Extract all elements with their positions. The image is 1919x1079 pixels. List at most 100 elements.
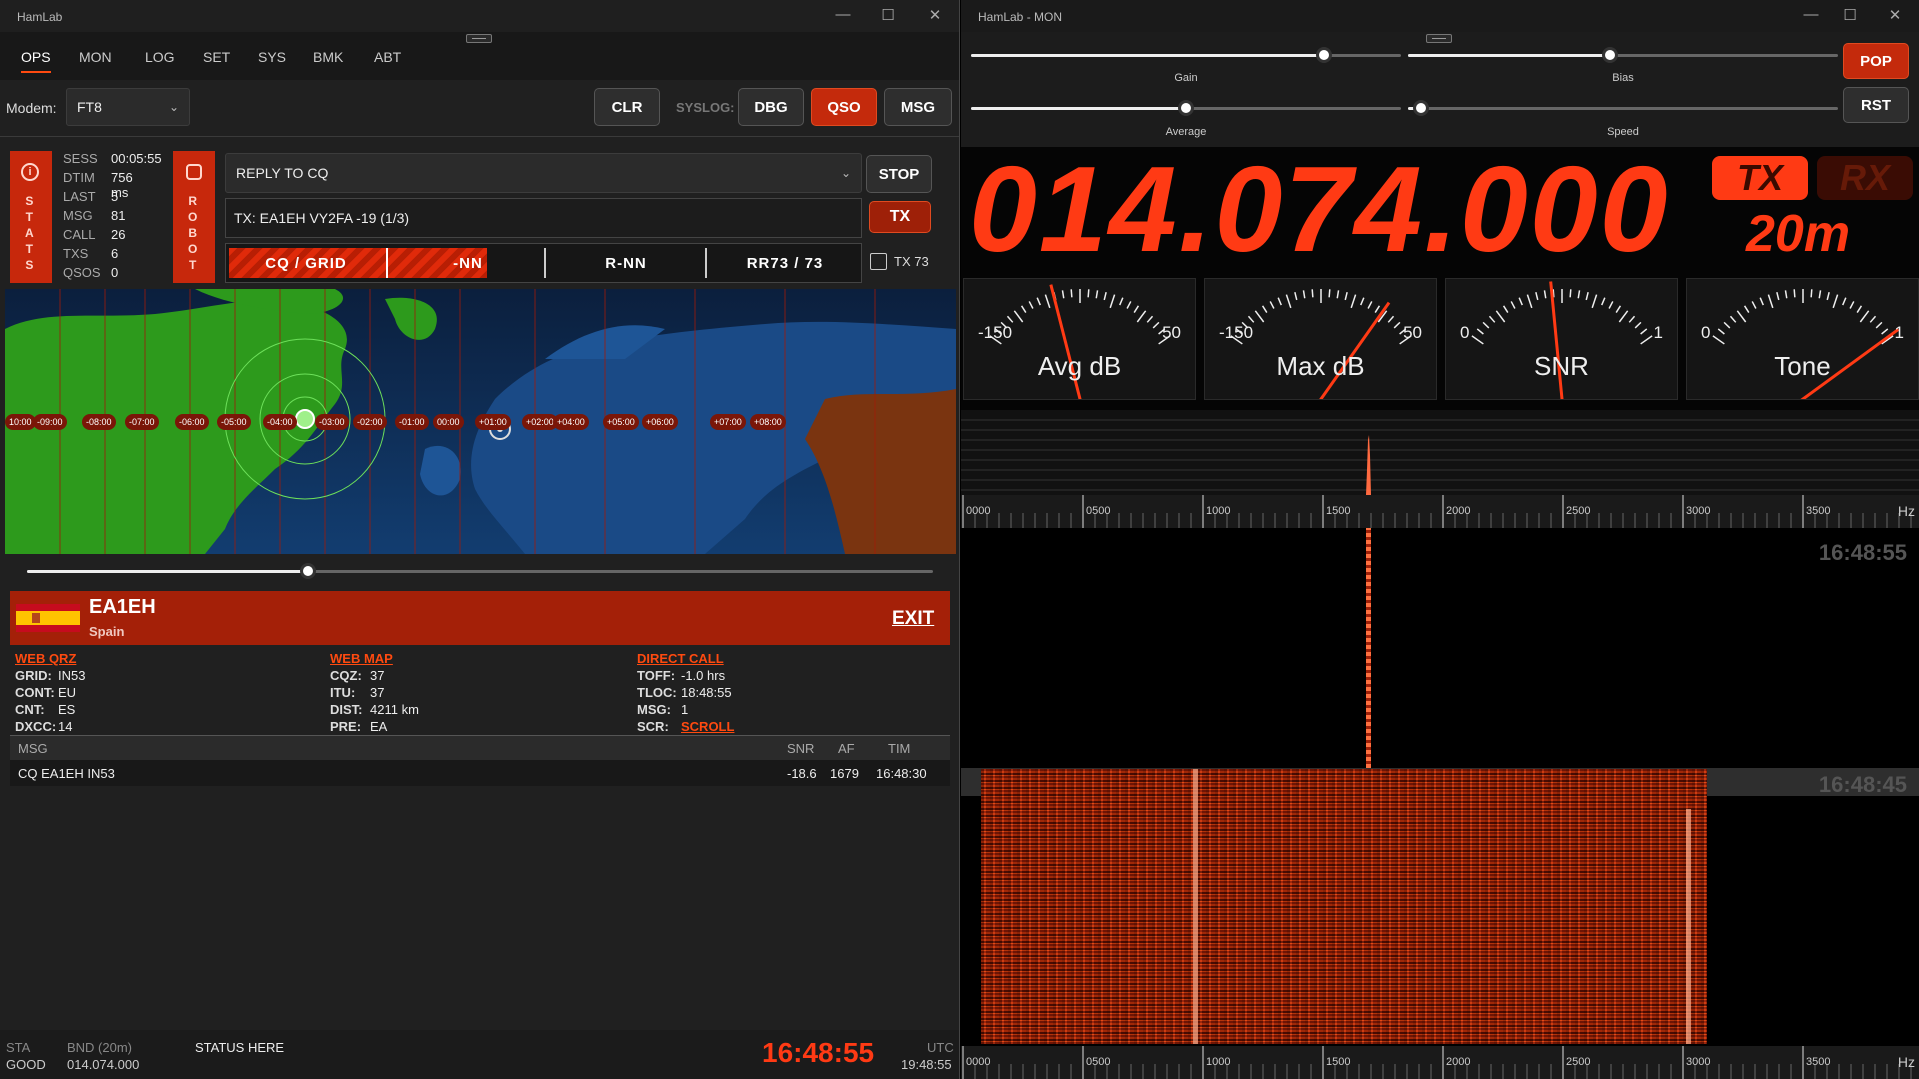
tx-button[interactable]: TX xyxy=(869,201,931,233)
main-nav: OPS MON LOG SET SYS BMK ABT xyxy=(0,32,959,80)
row-msg: CQ EA1EH IN53 xyxy=(18,766,115,781)
stat-key: MSG xyxy=(63,208,93,223)
meter-tone: 0 1 Tone xyxy=(1686,278,1919,400)
close-icon[interactable]: ✕ xyxy=(1880,6,1910,24)
map-slider-thumb[interactable] xyxy=(300,563,316,579)
detail-value: EU xyxy=(58,685,77,700)
hz-tick-label: 3000 xyxy=(1686,505,1711,517)
meter-avg-db: -150 50 Avg dB xyxy=(963,278,1196,400)
row-af: 1679 xyxy=(830,766,859,781)
window-title: HamLab - MON xyxy=(978,10,1063,24)
world-map[interactable]: 10:00 -09:00 -08:00 -07:00 -06:00 -05:00 -04:0… xyxy=(5,289,956,554)
tx-message-field[interactable]: TX: EA1EH VY2FA -19 (1/3) xyxy=(225,198,862,238)
tab-bmk[interactable]: BMK xyxy=(313,49,343,65)
maximize-icon[interactable]: ☐ xyxy=(873,6,903,24)
hz-tick-label: 2500 xyxy=(1566,505,1591,517)
msg-button[interactable]: MSG xyxy=(884,88,952,126)
hz-unit-label: Hz xyxy=(1897,1054,1915,1070)
modem-select[interactable]: FT8 ⌄ xyxy=(66,88,190,126)
qso-button[interactable]: QSO xyxy=(811,88,877,126)
utc-label: UTC xyxy=(927,1040,954,1055)
step-nn[interactable]: -NN xyxy=(388,249,548,277)
detail-value: 37 xyxy=(370,668,385,683)
meter-max-db: -150 50 Max dB xyxy=(1204,278,1437,400)
meter-min: -150 xyxy=(1219,323,1254,342)
band-label: BND (20m) xyxy=(67,1040,133,1055)
waterfall-time-top: 16:48:55 xyxy=(1818,540,1907,565)
scroll-link[interactable]: SCROLL xyxy=(681,719,734,734)
step-rr73[interactable]: RR73 / 73 xyxy=(707,249,863,277)
minimize-icon[interactable]: — xyxy=(1796,6,1826,23)
sta-value: GOOD xyxy=(6,1057,46,1072)
tab-set[interactable]: SET xyxy=(203,49,230,65)
stat-key: QSOS xyxy=(63,265,101,280)
tab-mon[interactable]: MON xyxy=(79,49,112,65)
detail-key: SCR: xyxy=(637,719,669,734)
sta-label: STA xyxy=(6,1040,31,1055)
robot-panel[interactable]: ROBOT xyxy=(173,151,215,283)
hz-unit-label: Hz xyxy=(1897,503,1915,519)
frequency-axis-top: 0000 0500 1000 1500 2000 2500 3000 3500 Hz xyxy=(961,495,1919,528)
decoded-signal-trace xyxy=(1366,528,1371,768)
detail-value: ES xyxy=(58,702,76,717)
hz-tick-label: 0500 xyxy=(1086,1056,1111,1068)
drag-handle-icon[interactable] xyxy=(1426,34,1452,43)
flag-spain-icon xyxy=(16,604,80,632)
tab-sys[interactable]: SYS xyxy=(258,49,286,65)
hz-tick-label: 3500 xyxy=(1806,505,1831,517)
hz-tick-label: 1500 xyxy=(1326,505,1351,517)
bias-slider[interactable] xyxy=(1602,47,1618,63)
minimize-icon[interactable]: — xyxy=(828,6,858,23)
exit-button[interactable]: EXIT xyxy=(892,608,934,630)
detail-value: 14 xyxy=(58,719,73,734)
window-title: HamLab xyxy=(17,10,63,24)
stat-value: 6 xyxy=(111,246,119,261)
pop-button[interactable]: POP xyxy=(1843,43,1909,79)
tx73-checkbox[interactable] xyxy=(870,253,887,270)
hz-tick-label: 1000 xyxy=(1206,505,1231,517)
web-qrz-link[interactable]: WEB QRZ xyxy=(15,651,76,666)
col-af[interactable]: AF xyxy=(838,741,855,756)
average-slider[interactable] xyxy=(1178,100,1194,116)
clr-button[interactable]: CLR xyxy=(594,88,660,126)
stat-value: 00:05:55 xyxy=(111,151,162,166)
detail-value: 18:48:55 xyxy=(681,685,732,700)
rst-button[interactable]: RST xyxy=(1843,87,1909,123)
chevron-down-icon: ⌄ xyxy=(840,166,851,180)
hz-tick-label: 2000 xyxy=(1446,505,1471,517)
step-r-nn[interactable]: R-NN xyxy=(546,249,706,277)
detail-key: ITU: xyxy=(330,685,356,700)
detail-key: CONT: xyxy=(15,685,55,700)
direct-call-link[interactable]: DIRECT CALL xyxy=(637,651,724,666)
timezone-label: -08:00 xyxy=(82,414,116,430)
web-map-link[interactable]: WEB MAP xyxy=(330,651,393,666)
tab-log[interactable]: LOG xyxy=(145,49,175,65)
dbg-button[interactable]: DBG xyxy=(738,88,804,126)
speed-slider[interactable] xyxy=(1413,100,1429,116)
gain-slider[interactable] xyxy=(1316,47,1332,63)
drag-handle-icon[interactable] xyxy=(466,34,492,43)
detail-value: -1.0 hrs xyxy=(681,668,726,683)
tab-ops[interactable]: OPS xyxy=(21,49,51,73)
col-snr[interactable]: SNR xyxy=(787,741,814,756)
waterfall-display[interactable]: 16:48:55 16:48:45 xyxy=(961,528,1919,1046)
timezone-label: -02:00 xyxy=(353,414,387,430)
hz-tick-label: 0500 xyxy=(1086,505,1111,517)
detail-value: 37 xyxy=(370,685,385,700)
tab-abt[interactable]: ABT xyxy=(374,49,401,65)
detail-value: 1 xyxy=(681,702,689,717)
row-tim: 16:48:30 xyxy=(876,766,927,781)
slider-label: Gain xyxy=(1174,72,1198,84)
detail-key: PRE: xyxy=(330,719,362,734)
stop-button[interactable]: STOP xyxy=(866,155,932,193)
col-tim[interactable]: TIM xyxy=(888,741,910,756)
col-msg[interactable]: MSG xyxy=(18,741,48,756)
maximize-icon[interactable]: ☐ xyxy=(1835,6,1865,24)
step-cq-grid[interactable]: CQ / GRID xyxy=(226,249,386,277)
hz-tick-label: 2500 xyxy=(1566,1056,1591,1068)
reply-mode-select[interactable]: REPLY TO CQ ⌄ xyxy=(225,153,862,193)
detail-key: CNT: xyxy=(15,702,45,717)
hz-tick-label: 0000 xyxy=(966,1056,991,1068)
close-icon[interactable]: ✕ xyxy=(920,6,950,24)
timezone-label: -07:00 xyxy=(125,414,159,430)
